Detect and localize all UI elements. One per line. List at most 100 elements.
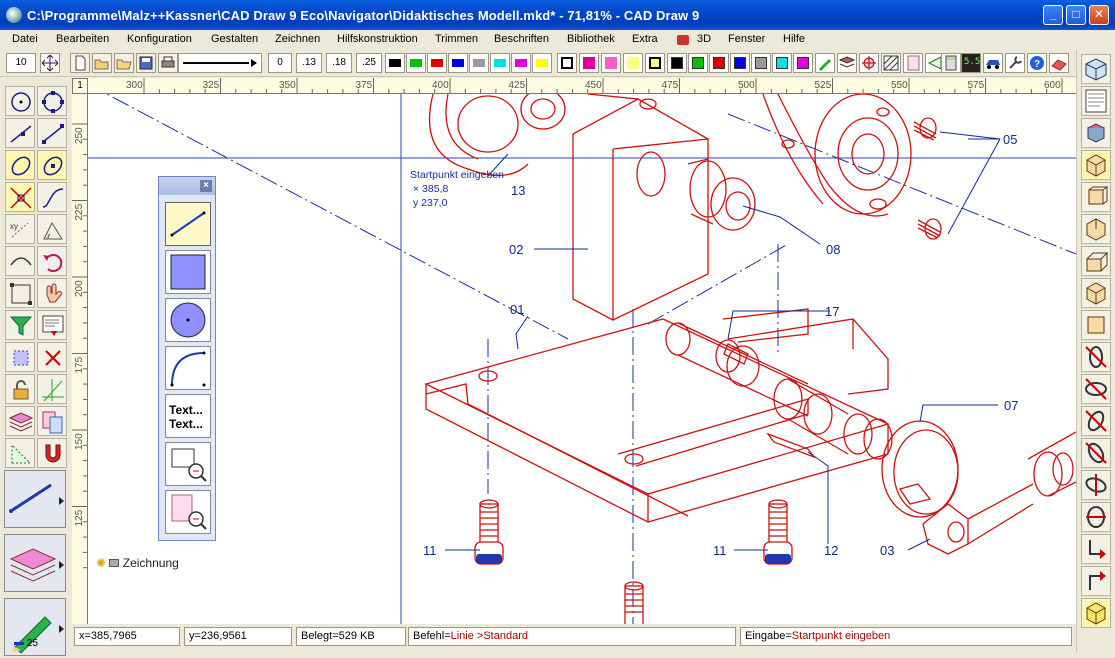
select-area-icon[interactable] [5,342,35,372]
line-color-swatch[interactable] [532,53,552,73]
move-up-icon[interactable] [1081,566,1111,596]
rotate-360-icon[interactable] [1081,502,1111,532]
magnet-snap-icon[interactable] [37,438,67,468]
angle-tool-icon[interactable] [37,214,67,244]
palette-arc-tool[interactable] [165,346,211,390]
drawing-canvas[interactable]: 13 02 01 05 08 17 07 11 11 12 03 Startpu… [88,94,1076,624]
ellipse-snap-tool-icon[interactable] [37,150,67,180]
move-icon[interactable] [40,53,60,73]
line-snap-tool-icon[interactable] [37,118,67,148]
fill-mode-1-icon[interactable] [557,53,577,73]
cube-front-icon[interactable] [1081,182,1111,212]
menu-beschriften[interactable]: Beschriften [494,33,549,45]
menu-extra[interactable]: Extra [632,33,658,45]
help-icon[interactable]: ? [1027,53,1047,73]
cube-back-icon[interactable] [1081,278,1111,308]
menu-hilfskonstruktion[interactable]: Hilfskonstruktion [337,33,418,45]
ellipse-tool-icon[interactable] [5,150,35,180]
menu-gestalten[interactable]: Gestalten [211,33,258,45]
close-button[interactable]: ✕ [1089,5,1109,25]
palette-close-button[interactable]: × [200,180,212,192]
lock-icon[interactable] [5,374,35,404]
palette-zoom-page-tool[interactable] [165,490,211,534]
rotate-z-icon[interactable] [1081,406,1111,436]
fill-mode-3-icon[interactable] [601,53,621,73]
open-folder-icon[interactable] [114,53,134,73]
cube-side-icon[interactable] [1081,214,1111,244]
menu-konfiguration[interactable]: Konfiguration [127,33,192,45]
pan-hand-icon[interactable] [37,278,67,308]
fill-color-swatch[interactable] [793,53,813,73]
curve-tool-icon[interactable] [37,182,67,212]
palette-rectangle-tool[interactable] [165,250,211,294]
line-color-swatch[interactable] [385,53,405,73]
box-3d-icon[interactable] [1081,598,1111,628]
circle-point-tool-icon[interactable] [5,86,35,116]
snap-icon[interactable] [859,53,879,73]
wrench-icon[interactable] [1005,53,1025,73]
3d-properties-icon[interactable] [1081,86,1111,116]
new-file-icon[interactable] [70,53,90,73]
save-icon[interactable] [136,53,156,73]
circle-snap-tool-icon[interactable] [37,86,67,116]
palette-circle-tool[interactable] [165,298,211,342]
menu-trimmen[interactable]: Trimmen [435,33,478,45]
line-width-013[interactable]: .13 [296,53,322,73]
arc-tool-icon[interactable] [5,246,35,276]
line-color-swatch[interactable] [427,53,447,73]
fill-color-swatch[interactable] [688,53,708,73]
line-tool-large-icon[interactable] [4,470,66,528]
cad-drawing[interactable]: 13 02 01 05 08 17 07 11 11 12 03 Startpu… [88,94,1076,624]
layer-indicator[interactable]: ✺ Zeichnung [96,556,179,570]
delete-icon[interactable] [37,342,67,372]
line-style-select[interactable] [178,53,262,73]
palette-zoom-window-tool[interactable] [165,442,211,486]
triangle-dotted-icon[interactable] [5,438,35,468]
fill-mode-5-icon[interactable] [645,53,665,73]
rotate-free-icon[interactable] [1081,438,1111,468]
menu-datei[interactable]: Datei [12,33,38,45]
menu-3d[interactable]: 3D [697,33,711,45]
3d-view-icon[interactable] [1081,54,1111,84]
fill-mode-4-icon[interactable] [623,53,643,73]
menu-hilfe[interactable]: Hilfe [783,33,805,45]
fill-color-swatch[interactable] [751,53,771,73]
line-width-025[interactable]: .25 [356,53,382,73]
eraser-icon[interactable] [1049,53,1069,73]
move-down-icon[interactable] [1081,534,1111,564]
line-width-018[interactable]: .18 [326,53,352,73]
line-color-swatch[interactable] [406,53,426,73]
app-icon[interactable] [6,7,22,23]
rotate-axis-icon[interactable] [1081,470,1111,500]
fill-color-swatch[interactable] [709,53,729,73]
zoom-extents-icon[interactable] [5,278,35,308]
menu-zeichnen[interactable]: Zeichnen [275,33,320,45]
calculator-icon[interactable] [941,53,961,73]
rotate-x-icon[interactable] [1081,342,1111,372]
cube-iso-icon[interactable] [1081,150,1111,180]
print-icon[interactable] [158,53,178,73]
hatch-icon[interactable] [881,53,901,73]
minimize-button[interactable]: _ [1043,5,1063,25]
palette-text-tool[interactable]: Text... Text... [165,394,211,438]
intersection-tool-icon[interactable] [5,182,35,212]
pen-icon[interactable] [815,53,835,73]
menu-bibliothek[interactable]: Bibliothek [567,33,615,45]
layer-stack-icon[interactable] [5,406,35,436]
maximize-button[interactable]: □ [1066,5,1086,25]
line-color-swatch[interactable] [511,53,531,73]
size-field[interactable]: 10 [6,53,36,73]
palette-header[interactable]: × [159,177,215,195]
fill-mode-2-icon[interactable] [579,53,599,73]
line-width-0[interactable]: 0 [268,53,292,73]
filter-icon[interactable] [5,310,35,340]
layers-icon[interactable] [837,53,857,73]
line-endpoint-tool-icon[interactable] [5,118,35,148]
rotate-y-icon[interactable] [1081,374,1111,404]
3d-rotate-icon[interactable] [1081,118,1111,148]
line-color-swatch[interactable] [448,53,468,73]
open-file-icon[interactable] [92,53,112,73]
dimension-xy-tool-icon[interactable]: xy [5,214,35,244]
3d-car-icon[interactable] [983,53,1003,73]
undo-icon[interactable] [37,246,67,276]
